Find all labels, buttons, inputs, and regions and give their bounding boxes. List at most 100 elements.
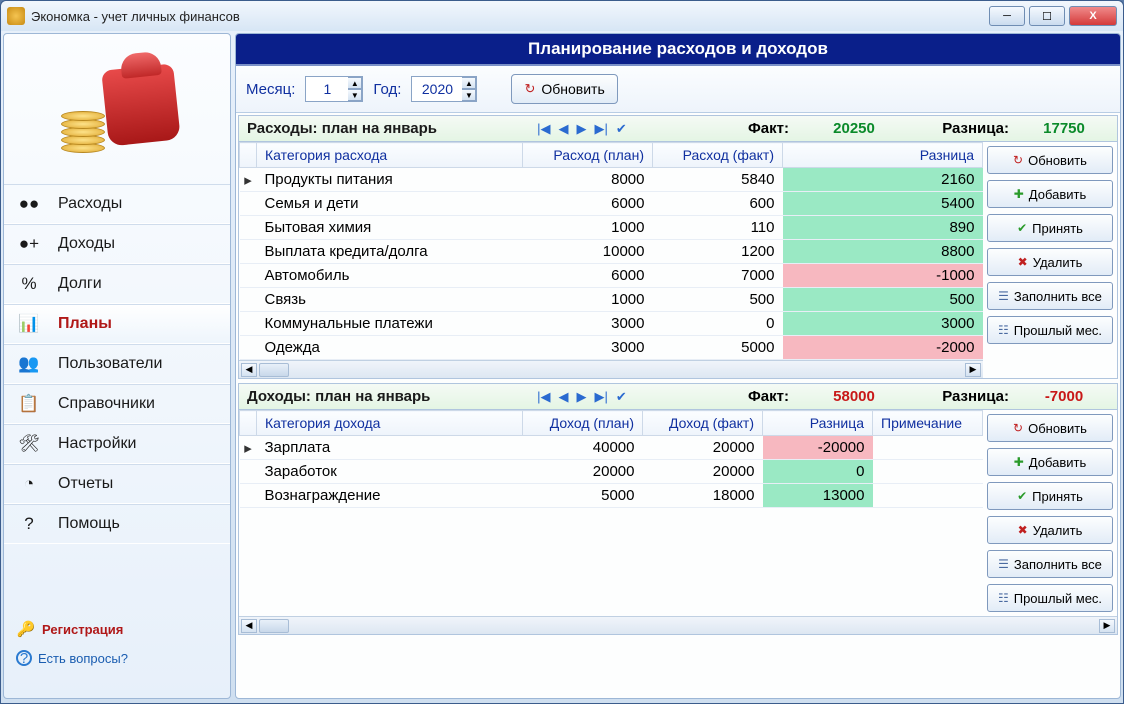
accept-button[interactable]: ✔Принять (987, 482, 1113, 510)
nav-last-icon[interactable]: ▶| (595, 121, 608, 137)
year-up[interactable]: ▲ (462, 77, 476, 89)
nav-label: Доходы (58, 235, 115, 253)
table-row[interactable]: Заработок20000200000 (240, 460, 983, 484)
sidebar-item-8[interactable]: ?Помощь (4, 504, 230, 544)
cell-diff: 13000 (763, 484, 873, 508)
month-spinner[interactable]: ▲▼ (305, 76, 363, 102)
year-label: Год: (373, 81, 401, 98)
fill-all-button[interactable]: ☰Заполнить все (987, 550, 1113, 578)
row-marker (240, 192, 257, 216)
minimize-button[interactable]: ─ (989, 6, 1025, 26)
col-diff[interactable]: Разница (763, 411, 873, 436)
nav-label: Справочники (58, 395, 155, 413)
refresh-button[interactable]: ↻Обновить (987, 146, 1113, 174)
expenses-hscroll[interactable]: ◀ ▶ (239, 360, 983, 378)
nav-icon: % (18, 273, 40, 295)
table-row[interactable]: Вознаграждение50001800013000 (240, 484, 983, 508)
expenses-table: Категория расхода Расход (план) Расход (… (239, 142, 983, 360)
table-row[interactable]: Автомобиль60007000-1000 (240, 264, 983, 288)
col-plan[interactable]: Расход (план) (523, 143, 653, 168)
registration-label: Регистрация (42, 622, 123, 637)
year-down[interactable]: ▼ (462, 89, 476, 101)
table-row[interactable]: Бытовая химия1000110890 (240, 216, 983, 240)
col-diff[interactable]: Разница (783, 143, 983, 168)
nav-next-icon[interactable]: ▶ (577, 121, 587, 137)
scroll-left-icon[interactable]: ◀ (241, 363, 257, 377)
button-label: Добавить (1029, 187, 1086, 202)
cell-plan: 1000 (523, 288, 653, 312)
refresh-icon: ↻ (1013, 421, 1023, 435)
table-row[interactable]: Коммунальные платежи300003000 (240, 312, 983, 336)
window-title: Экономка - учет личных финансов (31, 9, 240, 24)
nav-next-icon[interactable]: ▶ (577, 389, 587, 405)
col-fact[interactable]: Доход (факт) (643, 411, 763, 436)
table-row[interactable]: ▸Продукты питания800058402160 (240, 168, 983, 192)
sidebar-item-3[interactable]: 📊Планы (4, 304, 230, 344)
sidebar-item-4[interactable]: 👥Пользователи (4, 344, 230, 384)
add-button[interactable]: ✚Добавить (987, 448, 1113, 476)
prev-month-button[interactable]: ☷Прошлый мес. (987, 316, 1113, 344)
delete-button[interactable]: ✖Удалить (987, 248, 1113, 276)
cell-fact: 500 (653, 288, 783, 312)
accept-icon: ✔ (1017, 489, 1027, 503)
prev-month-button[interactable]: ☷Прошлый мес. (987, 584, 1113, 612)
month-input[interactable] (306, 81, 348, 97)
refresh-button[interactable]: ↻ Обновить (511, 74, 617, 104)
add-button[interactable]: ✚Добавить (987, 180, 1113, 208)
incomes-section: Доходы: план на январь |◀ ◀ ▶ ▶| ✔ Факт:… (238, 383, 1118, 635)
incomes-fact-value: 58000 (799, 388, 909, 405)
nav-last-icon[interactable]: ▶| (595, 389, 608, 405)
table-row[interactable]: Семья и дети60006005400 (240, 192, 983, 216)
col-category[interactable]: Категория дохода (257, 411, 523, 436)
row-marker (240, 216, 257, 240)
table-row[interactable]: ▸Зарплата4000020000-20000 (240, 436, 983, 460)
nav-prev-icon[interactable]: ◀ (559, 389, 569, 405)
table-row[interactable]: Связь1000500500 (240, 288, 983, 312)
cell-fact: 20000 (643, 436, 763, 460)
sidebar-item-0[interactable]: ●●Расходы (4, 184, 230, 224)
scroll-left-icon[interactable]: ◀ (241, 619, 257, 633)
table-row[interactable]: Выплата кредита/долга1000012008800 (240, 240, 983, 264)
nav-label: Планы (58, 315, 112, 333)
cell-category: Семья и дети (257, 192, 523, 216)
sidebar-item-2[interactable]: %Долги (4, 264, 230, 304)
nav-ok-icon[interactable]: ✔ (616, 121, 627, 137)
nav-icon: 🛠 (18, 433, 40, 455)
col-note[interactable]: Примечание (873, 411, 983, 436)
month-up[interactable]: ▲ (348, 77, 362, 89)
cell-fact: 5000 (653, 336, 783, 360)
accept-button[interactable]: ✔Принять (987, 214, 1113, 242)
registration-link[interactable]: 🔑 Регистрация (16, 620, 218, 638)
sidebar-item-5[interactable]: 📋Справочники (4, 384, 230, 424)
scroll-right-icon[interactable]: ▶ (965, 363, 981, 377)
month-label: Месяц: (246, 81, 295, 98)
refresh-button[interactable]: ↻Обновить (987, 414, 1113, 442)
maximize-button[interactable]: ☐ (1029, 6, 1065, 26)
year-input[interactable] (412, 81, 462, 97)
fill-all-button[interactable]: ☰Заполнить все (987, 282, 1113, 310)
col-category[interactable]: Категория расхода (257, 143, 523, 168)
table-row[interactable]: Одежда30005000-2000 (240, 336, 983, 360)
accept-icon: ✔ (1017, 221, 1027, 235)
col-plan[interactable]: Доход (план) (523, 411, 643, 436)
incomes-hscroll[interactable]: ◀ ▶ (239, 616, 1117, 634)
year-spinner[interactable]: ▲▼ (411, 76, 477, 102)
sidebar-item-6[interactable]: 🛠Настройки (4, 424, 230, 464)
nav-first-icon[interactable]: |◀ (537, 389, 550, 405)
help-link[interactable]: ? Есть вопросы? (16, 650, 218, 666)
nav-first-icon[interactable]: |◀ (537, 121, 550, 137)
titlebar: Экономка - учет личных финансов ─ ☐ X (1, 1, 1123, 31)
sidebar-item-1[interactable]: ●+ Доходы (4, 224, 230, 264)
row-marker (240, 460, 257, 484)
nav-ok-icon[interactable]: ✔ (616, 389, 627, 405)
nav-prev-icon[interactable]: ◀ (559, 121, 569, 137)
col-fact[interactable]: Расход (факт) (653, 143, 783, 168)
nav-icon: ●+ (18, 233, 40, 255)
nav-icon: ? (18, 513, 40, 535)
close-button[interactable]: X (1069, 6, 1117, 26)
scroll-right-icon[interactable]: ▶ (1099, 619, 1115, 633)
month-down[interactable]: ▼ (348, 89, 362, 101)
cell-plan: 3000 (523, 312, 653, 336)
delete-button[interactable]: ✖Удалить (987, 516, 1113, 544)
sidebar-item-7[interactable]: ◔Отчеты (4, 464, 230, 504)
